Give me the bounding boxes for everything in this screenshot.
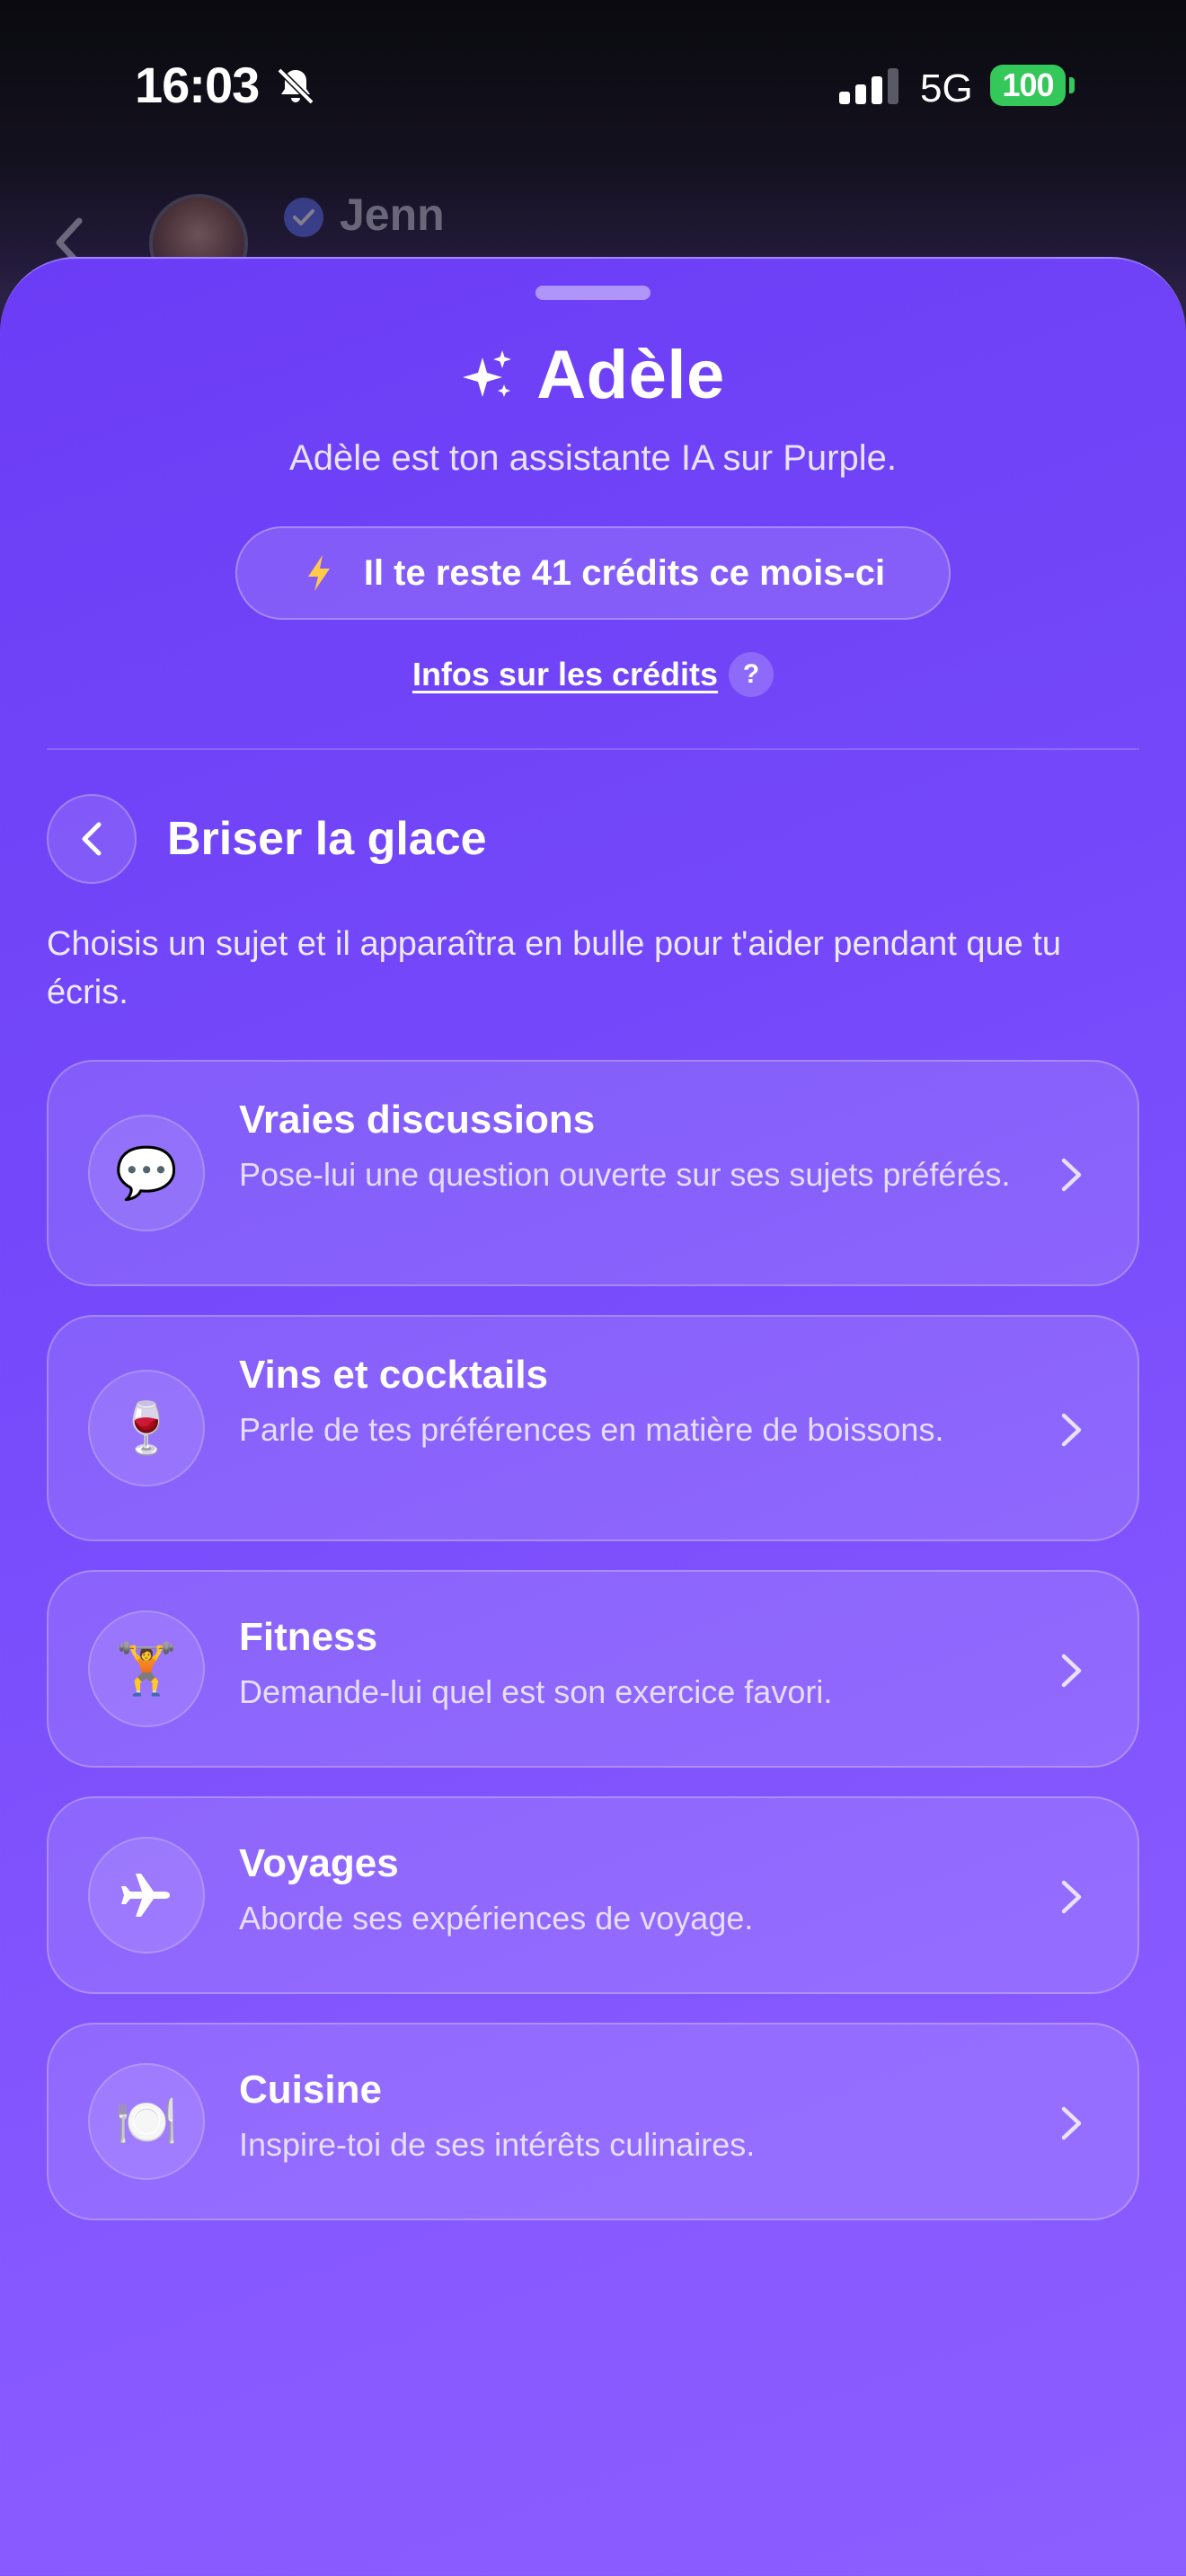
plate-cutlery-icon: 🍽️	[88, 2063, 205, 2180]
topic-title: Vraies discussions	[239, 1098, 596, 1142]
contact-name[interactable]: Jenn	[340, 189, 445, 241]
section-description: Choisis un sujet et il apparaîtra en bul…	[47, 925, 1061, 1011]
topic-title: Cuisine	[239, 2068, 382, 2112]
speech-bubble-icon: 💬	[88, 1115, 205, 1231]
status-time: 16:03	[135, 57, 260, 113]
topic-description: Parle de tes préférences en matière de b…	[239, 1411, 944, 1448]
chevron-right-icon	[1061, 1654, 1082, 1688]
battery-tip	[1069, 77, 1075, 93]
topic-title: Voyages	[239, 1841, 399, 1885]
wine-glass-icon: 🍷	[88, 1370, 205, 1486]
sparkle-icon	[463, 349, 512, 397]
chevron-right-icon	[1061, 2106, 1082, 2140]
topic-title: Vins et cocktails	[239, 1353, 549, 1397]
bell-slash-icon	[277, 67, 314, 105]
credits-pill: Il te reste 41 crédits ce mois-ci	[235, 526, 951, 620]
topic-description: Demande-lui quel est son exercice favori…	[239, 1673, 833, 1710]
chevron-left-icon	[82, 822, 102, 856]
topic-card-vins-et-cocktails[interactable]: 🍷 Vins et cocktails Parle de tes préfére…	[47, 1315, 1139, 1541]
topic-description: Pose-lui une question ouverte sur ses su…	[239, 1156, 1011, 1193]
topic-description: Inspire-toi de ses intérêts culinaires.	[239, 2126, 756, 2163]
signal-icon	[839, 68, 898, 104]
topic-card-cuisine[interactable]: 🍽️ Cuisine Inspire-toi de ses intérêts c…	[47, 2023, 1139, 2220]
chevron-right-icon	[1061, 1880, 1082, 1914]
airplane-glyph	[121, 1874, 170, 1917]
sheet-title-row: Adèle	[0, 336, 1186, 426]
verified-badge-icon	[284, 198, 323, 237]
weightlifter-icon: 🏋️	[88, 1610, 205, 1727]
credits-info-link[interactable]: Infos sur les crédits	[412, 656, 718, 693]
topic-card-fitness[interactable]: 🏋️ Fitness Demande-lui quel est son exer…	[47, 1570, 1139, 1768]
chevron-right-icon	[1061, 1413, 1082, 1447]
section-title: Briser la glace	[167, 813, 487, 865]
sheet-subtitle: Adèle est ton assistante IA sur Purple.	[289, 438, 897, 478]
credits-info-row: Infos sur les crédits ?	[0, 652, 1186, 697]
airplane-icon	[88, 1837, 205, 1954]
divider	[47, 748, 1139, 750]
help-icon[interactable]: ?	[729, 652, 774, 697]
screen: 16:03 5G 100 Jenn Adèle Adèle est ton as…	[0, 0, 1186, 2576]
network-type: 5G	[920, 66, 973, 110]
topic-list: 💬 Vraies discussions Pose-lui une questi…	[47, 1060, 1139, 2249]
assistant-sheet: Adèle Adèle est ton assistante IA sur Pu…	[0, 257, 1186, 2576]
status-bar: 16:03 5G 100	[0, 0, 1186, 171]
battery-indicator: 100	[990, 65, 1066, 106]
section-header: Briser la glace	[47, 794, 487, 884]
topic-card-vraies-discussions[interactable]: 💬 Vraies discussions Pose-lui une questi…	[47, 1060, 1139, 1286]
sheet-title: Adèle	[536, 337, 725, 413]
chevron-right-icon	[1061, 1158, 1082, 1192]
topic-description: Aborde ses expériences de voyage.	[239, 1900, 754, 1936]
topic-title: Fitness	[239, 1615, 378, 1659]
section-back-button[interactable]	[47, 794, 137, 884]
lightning-bolt-icon	[307, 555, 330, 591]
topic-card-voyages[interactable]: Voyages Aborde ses expériences de voyage…	[47, 1796, 1139, 1994]
sheet-grabber[interactable]	[535, 286, 651, 300]
credits-remaining: Il te reste 41 crédits ce mois-ci	[363, 552, 886, 593]
